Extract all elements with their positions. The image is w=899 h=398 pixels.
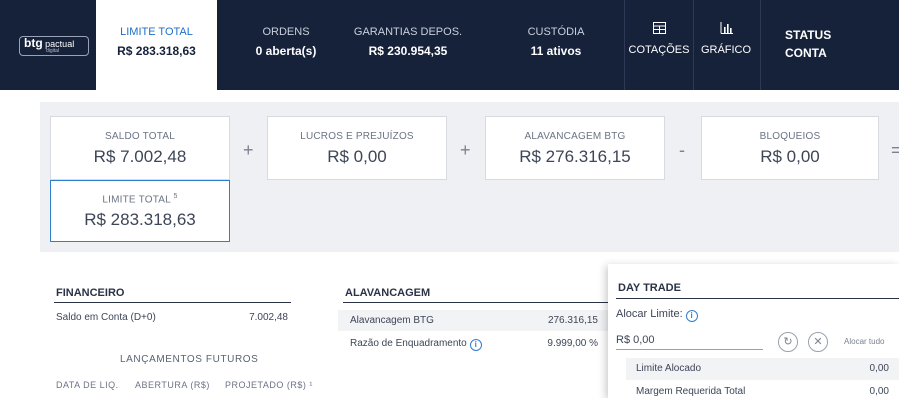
lucros-value: R$ 0,00 [327, 147, 387, 166]
logo-main-text: btg [24, 36, 43, 50]
saldo-total-value: R$ 7.002,48 [93, 147, 187, 166]
bloqueios-value: R$ 0,00 [760, 147, 820, 166]
lancamentos-futuros-title: LANÇAMENTOS FUTUROS [120, 354, 259, 365]
nav-garantias-value: R$ 230.954,35 [368, 44, 448, 58]
btg-pactual-logo[interactable]: btg pactual digital [19, 36, 89, 56]
table-row: Margem Requerida Total 0,00 [626, 381, 899, 398]
razao-enquadramento-value: 9.999,00 % [547, 338, 598, 349]
minus-operator: - [679, 140, 685, 160]
nav-separator [760, 0, 761, 90]
table-row: Razão de Enquadramento i 9.999,00 % [338, 333, 608, 354]
bar-chart-icon [694, 22, 758, 37]
nav-custodia-label: CUSTÓDIA [527, 26, 585, 38]
logo-sub-text: digital [46, 48, 60, 54]
status-line1: STATUS [785, 28, 832, 42]
nav-limite-total-label: LIMITE TOTAL [120, 26, 193, 38]
day-trade-divider [616, 298, 899, 299]
alavancagem-title: ALAVANCAGEM [345, 287, 431, 299]
card-limite-total[interactable]: LIMITE TOTAL 5 R$ 283.318,63 [50, 180, 230, 242]
lucros-label: LUCROS E PREJUÍZOS [300, 131, 414, 142]
alavancagem-divider [343, 302, 608, 303]
limite-total-label-text: LIMITE TOTAL [102, 194, 171, 206]
nav-tab-ordens[interactable]: ORDENS 0 aberta(s) [230, 0, 342, 90]
info-icon[interactable]: i [685, 310, 698, 322]
nav-tab-grafico[interactable]: GRÁFICO [694, 0, 758, 90]
top-nav-bar: btg pactual digital LIMITE TOTAL R$ 283.… [0, 0, 899, 90]
nav-grafico-label: GRÁFICO [700, 44, 752, 56]
alocar-limite-input[interactable] [616, 330, 763, 350]
day-trade-title: DAY TRADE [618, 282, 681, 294]
margem-requerida-label: Margem Requerida Total [636, 386, 746, 397]
nav-tab-custodia[interactable]: CUSTÓDIA 11 ativos [500, 0, 612, 90]
alocar-tudo-button[interactable]: Alocar tudo [844, 337, 884, 346]
card-alavancagem-btg[interactable]: ALAVANCAGEM BTG R$ 276.316,15 [485, 116, 665, 180]
nav-custodia-value: 11 ativos [530, 44, 582, 58]
column-header-abertura[interactable]: ABERTURA (R$) [135, 380, 210, 390]
alocar-limite-label: Alocar Limite: i [616, 308, 698, 322]
card-bloqueios[interactable]: BLOQUEIOS R$ 0,00 [701, 116, 879, 180]
card-lucros-prejuizos[interactable]: LUCROS E PREJUÍZOS R$ 0,00 [267, 116, 447, 180]
day-trade-panel: DAY TRADE Alocar Limite:i ↻ ✕ Alocar tud… [608, 264, 899, 398]
nav-ordens-label: ORDENS [262, 26, 310, 38]
alavancagem-label: ALAVANCAGEM BTG [524, 131, 626, 142]
column-header-projetado[interactable]: PROJETADO (R$) ¹ [225, 380, 313, 390]
saldo-total-label: SALDO TOTAL [104, 131, 175, 142]
equals-operator: = [891, 140, 899, 160]
table-row: Limite Alocado 0,00 [626, 358, 899, 380]
alavancagem-btg-value: 276.316,15 [547, 315, 598, 326]
alocar-limite-text: Alocar Limite: [616, 308, 683, 320]
nav-limite-total-value: R$ 283.318,63 [117, 44, 196, 58]
status-line2: CONTA [785, 46, 827, 60]
plus-operator: + [460, 140, 471, 160]
card-saldo-total[interactable]: SALDO TOTAL R$ 7.002,48 [50, 116, 230, 180]
column-header-data-liq[interactable]: DATA DE LIQ. [56, 380, 119, 390]
saldo-em-conta-label: Saldo em Conta (D+0) [56, 312, 156, 323]
saldo-em-conta-value: 7.002,48 [249, 312, 288, 323]
alavancagem-btg-label: Alavancagem BTG [350, 315, 434, 326]
nav-tab-status-conta[interactable]: STATUS CONTA [785, 26, 831, 62]
financeiro-divider [54, 302, 291, 303]
info-icon[interactable]: i [469, 339, 482, 351]
nav-ordens-value: 0 aberta(s) [255, 44, 317, 58]
alavancagem-value: R$ 276.316,15 [519, 147, 631, 166]
refresh-icon[interactable]: ↻ [778, 332, 798, 352]
razao-enquadramento-text: Razão de Enquadramento [350, 338, 467, 349]
margem-requerida-value: 0,00 [869, 386, 889, 397]
footnote-marker: 5 [173, 193, 178, 200]
plus-operator: + [243, 140, 254, 160]
razao-enquadramento-label: Razão de Enquadramento i [350, 338, 482, 351]
table-row: Alavancagem BTG 276.316,15 [338, 310, 608, 331]
limite-alocado-value: 0,00 [869, 363, 889, 374]
bloqueios-label: BLOQUEIOS [759, 131, 821, 142]
table-icon [625, 22, 693, 37]
nav-cotacoes-label: COTAÇÕES [628, 44, 690, 56]
limite-total-card-value: R$ 283.318,63 [84, 210, 196, 229]
nav-tab-cotacoes[interactable]: COTAÇÕES [625, 0, 693, 90]
nav-tab-limite-total[interactable]: LIMITE TOTAL R$ 283.318,63 [96, 0, 217, 90]
page: btg pactual digital LIMITE TOTAL R$ 283.… [0, 0, 899, 398]
limite-alocado-label: Limite Alocado [636, 363, 702, 374]
close-icon[interactable]: ✕ [808, 332, 828, 352]
nav-tab-garantias[interactable]: GARANTIAS DEPOS. R$ 230.954,35 [346, 0, 470, 90]
limite-total-card-label: LIMITE TOTAL 5 [51, 193, 229, 205]
nav-garantias-label: GARANTIAS DEPOS. [353, 26, 463, 38]
financeiro-title: FINANCEIRO [56, 287, 125, 299]
